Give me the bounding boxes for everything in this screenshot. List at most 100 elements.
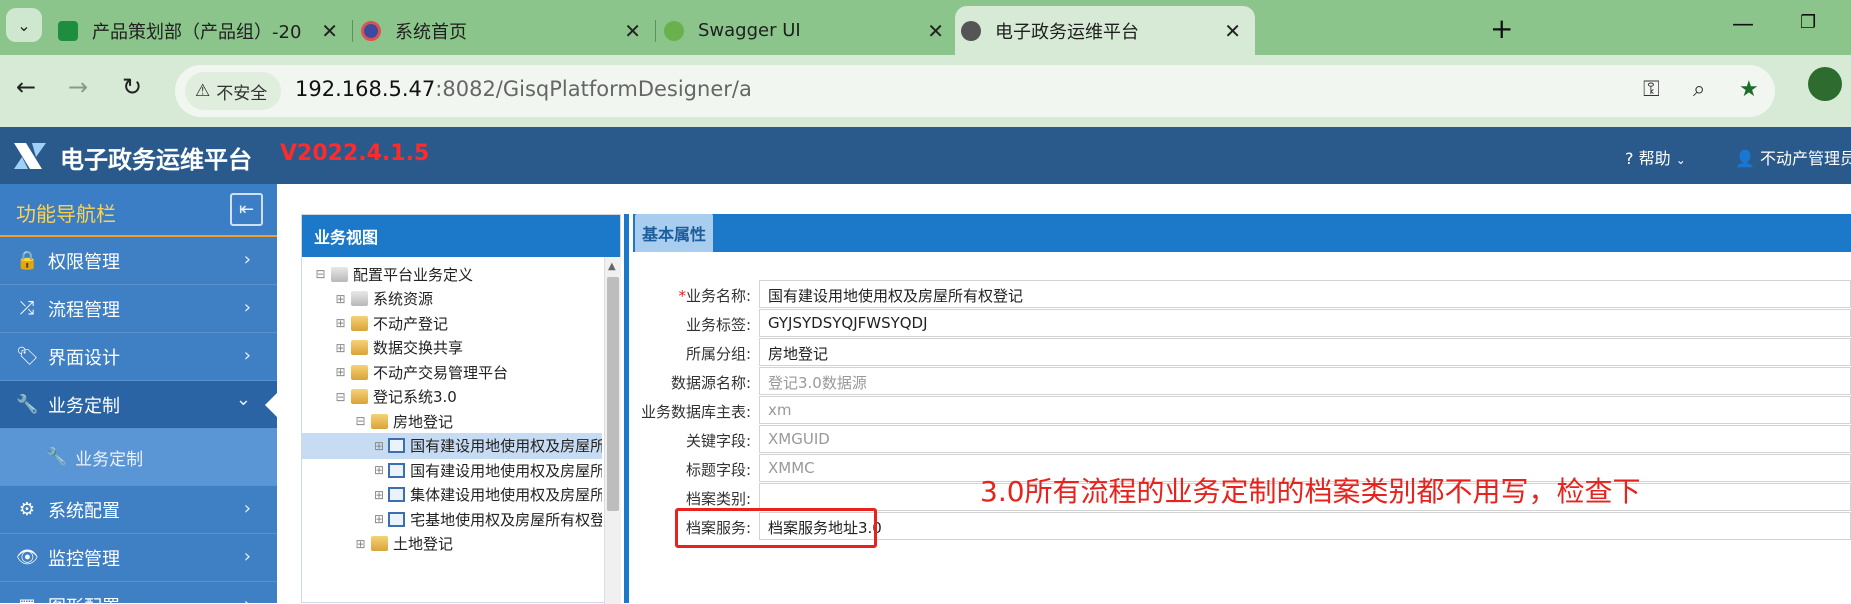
tab-basic-properties[interactable]: 基本属性	[635, 214, 713, 252]
scroll-up-arrow-icon[interactable]: ▲	[608, 261, 616, 272]
browser-toolbar: ← → ↻ ⚠ 不安全 192.168.5.47:8082/GisqPlatfo…	[0, 55, 1851, 127]
restore-button[interactable]: ❐	[1800, 12, 1816, 33]
profile-avatar-icon[interactable]	[1808, 67, 1842, 101]
tree-node[interactable]: ⊞ 国有建设用地使用权及房屋所有权登记	[302, 432, 602, 459]
tree-node[interactable]: ⊞ 数据交换共享	[302, 335, 602, 361]
key-icon[interactable]: ⚿	[1643, 77, 1660, 102]
tree-node[interactable]: ⊟ 房地登记	[302, 408, 602, 434]
annotation-highlight-box	[675, 508, 877, 548]
tree-node-label: 宅基地使用权及房屋所有权登记	[410, 510, 602, 529]
browser-tab-2[interactable]: Swagger UI ✕	[658, 6, 958, 55]
collapse-icon[interactable]: ⊟	[314, 267, 327, 281]
minimize-button[interactable]: —	[1732, 12, 1754, 37]
chevron-right-icon: ›	[244, 594, 251, 603]
field-label: 标题字段:	[686, 459, 751, 480]
chevron-down-icon: ⌄	[1675, 153, 1686, 167]
tree-node[interactable]: ⊟ 配置平台业务定义	[302, 261, 602, 287]
sidebar-item-system-config[interactable]: ⚙ 系统配置 ›	[0, 486, 277, 534]
sidebar-subitem-business-custom[interactable]: 🔧 业务定制	[0, 429, 277, 486]
tree-node-label: 土地登记	[393, 535, 454, 553]
tree-node[interactable]: ⊞ 不动产交易管理平台	[302, 359, 602, 385]
forward-arrow-icon[interactable]: →	[68, 73, 88, 101]
sidebar-item-graphics-config[interactable]: ▦ 图形配置 ›	[0, 582, 277, 603]
field-input[interactable]: GYJSYDSYQJFWSYQDJ	[759, 309, 1851, 337]
field-input[interactable]: xm	[759, 396, 1851, 424]
sidebar-item-label: 图形配置	[48, 593, 120, 604]
field-label: 业务数据库主表:	[641, 401, 751, 422]
expand-icon[interactable]: ⊞	[354, 537, 367, 551]
tab-title: 产品策划部（产品组）-2024年	[92, 21, 302, 43]
tab-title: 系统首页	[395, 21, 467, 43]
expand-icon[interactable]: ⊞	[374, 439, 384, 453]
tab-separator	[655, 20, 656, 42]
gear-icon: ⚙	[18, 499, 36, 520]
field-input[interactable]: 房地登记	[759, 338, 1851, 366]
expand-icon[interactable]: ⊞	[374, 512, 384, 526]
site-favicon-icon	[361, 20, 381, 41]
field-label-text: 标题字段:	[685, 461, 751, 479]
browser-tab-1[interactable]: 系统首页 ✕	[355, 6, 655, 55]
sidebar-header: 功能导航栏 ⇤	[0, 184, 277, 237]
collapse-sidebar-button[interactable]: ⇤	[230, 193, 263, 226]
sidebar-subitem-label: 业务定制	[75, 449, 144, 470]
tree-node[interactable]: ⊞ 国有建设用地使用权及房屋所有权首次登记	[302, 457, 602, 483]
scroll-thumb[interactable]	[607, 277, 619, 511]
expand-icon[interactable]: ⊞	[334, 292, 347, 306]
window-icon	[388, 487, 406, 502]
new-tab-button[interactable]: +	[1490, 12, 1513, 45]
sidebar-item-monitoring[interactable]: 👁 监控管理 ›	[0, 534, 277, 582]
sidebar-item-business-custom[interactable]: 🔧 业务定制 ⌄	[0, 381, 277, 429]
expand-icon[interactable]: ⊞	[334, 316, 347, 330]
panel-title: 业务视图	[302, 215, 620, 257]
app-header: 电子政务运维平台 V2022.4.1.5 ? 帮助 ⌄ 👤 不动产管理员	[0, 127, 1851, 184]
bookmark-star-icon[interactable]: ★	[1739, 77, 1759, 102]
tree-node[interactable]: ⊞ 宅基地使用权及房屋所有权登记	[302, 506, 602, 532]
security-indicator[interactable]: ⚠ 不安全	[185, 72, 282, 110]
tree-node[interactable]: ⊞ 不动产登记	[302, 310, 602, 336]
collapse-icon[interactable]: ⊟	[334, 390, 347, 404]
sidebar-item-label: 系统配置	[48, 500, 120, 522]
close-icon[interactable]: ✕	[927, 19, 944, 43]
tree-node-label: 系统资源	[373, 290, 434, 308]
lock-icon: 🔒	[16, 250, 39, 271]
panel-splitter[interactable]	[624, 214, 629, 603]
reload-icon[interactable]: ↻	[122, 73, 142, 101]
sidebar-item-label: 权限管理	[48, 251, 120, 273]
tab-search-button[interactable]: ⌄	[6, 8, 42, 42]
field-input[interactable]: 登记3.0数据源	[759, 367, 1851, 395]
address-bar[interactable]: ⚠ 不安全 192.168.5.47:8082/GisqPlatformDesi…	[175, 65, 1775, 117]
tree-node[interactable]: ⊞ 系统资源	[302, 286, 602, 312]
tree-node[interactable]: ⊞ 土地登记	[302, 531, 602, 557]
wrench-icon: 🔧	[46, 447, 68, 467]
user-menu[interactable]: 👤 不动产管理员	[1735, 145, 1851, 169]
close-icon[interactable]: ✕	[1224, 19, 1241, 43]
sidebar-item-permissions[interactable]: 🔒 权限管理 ›	[0, 237, 277, 285]
tree-node[interactable]: ⊟ 登记系统3.0	[302, 384, 602, 410]
url-path: :8082/GisqPlatformDesigner/a	[435, 77, 752, 101]
field-input[interactable]: 国有建设用地使用权及房屋所有权登记	[759, 280, 1851, 308]
sidebar-item-workflow[interactable]: ⤮ 流程管理 ›	[0, 285, 277, 333]
package-icon	[351, 389, 368, 404]
sidebar-item-ui-design[interactable]: 🏷 界面设计 ›	[0, 333, 277, 381]
zoom-icon[interactable]: ⌕	[1693, 77, 1705, 102]
expand-icon[interactable]: ⊞	[334, 365, 347, 379]
expand-icon[interactable]: ⊞	[334, 341, 347, 355]
url-text[interactable]: 192.168.5.47:8082/GisqPlatformDesigner/a	[295, 77, 752, 101]
form-tab-bar: 基本属性	[633, 214, 1851, 252]
field-input[interactable]: XMGUID	[759, 425, 1851, 453]
collapse-menu-icon: ⇤	[238, 199, 255, 220]
browser-tab-3[interactable]: 电子政务运维平台 ✕	[955, 6, 1255, 55]
close-icon[interactable]: ✕	[624, 19, 641, 43]
expand-icon[interactable]: ⊞	[374, 463, 384, 477]
field-input[interactable]: 档案服务地址3.0	[759, 512, 1851, 540]
close-icon[interactable]: ✕	[321, 19, 338, 43]
back-arrow-icon[interactable]: ←	[16, 73, 36, 101]
browser-tab-0[interactable]: 产品策划部（产品组）-2024年 ✕	[52, 6, 352, 55]
business-view-panel: 业务视图 ⊟ 配置平台业务定义 ⊞ 系统资源 ⊞ 不动产登记 ⊞ 数据交换共享 ⊞ 不动产交易管理…	[301, 214, 621, 604]
collapse-icon[interactable]: ⊟	[354, 414, 367, 428]
expand-icon[interactable]: ⊞	[374, 488, 384, 502]
cube-icon	[351, 291, 368, 306]
help-menu[interactable]: ? 帮助 ⌄	[1625, 145, 1686, 169]
tree-node[interactable]: ⊞ 集体建设用地使用权及房屋所有权登记	[302, 482, 602, 508]
tree-scrollbar[interactable]: ▲	[604, 257, 621, 604]
